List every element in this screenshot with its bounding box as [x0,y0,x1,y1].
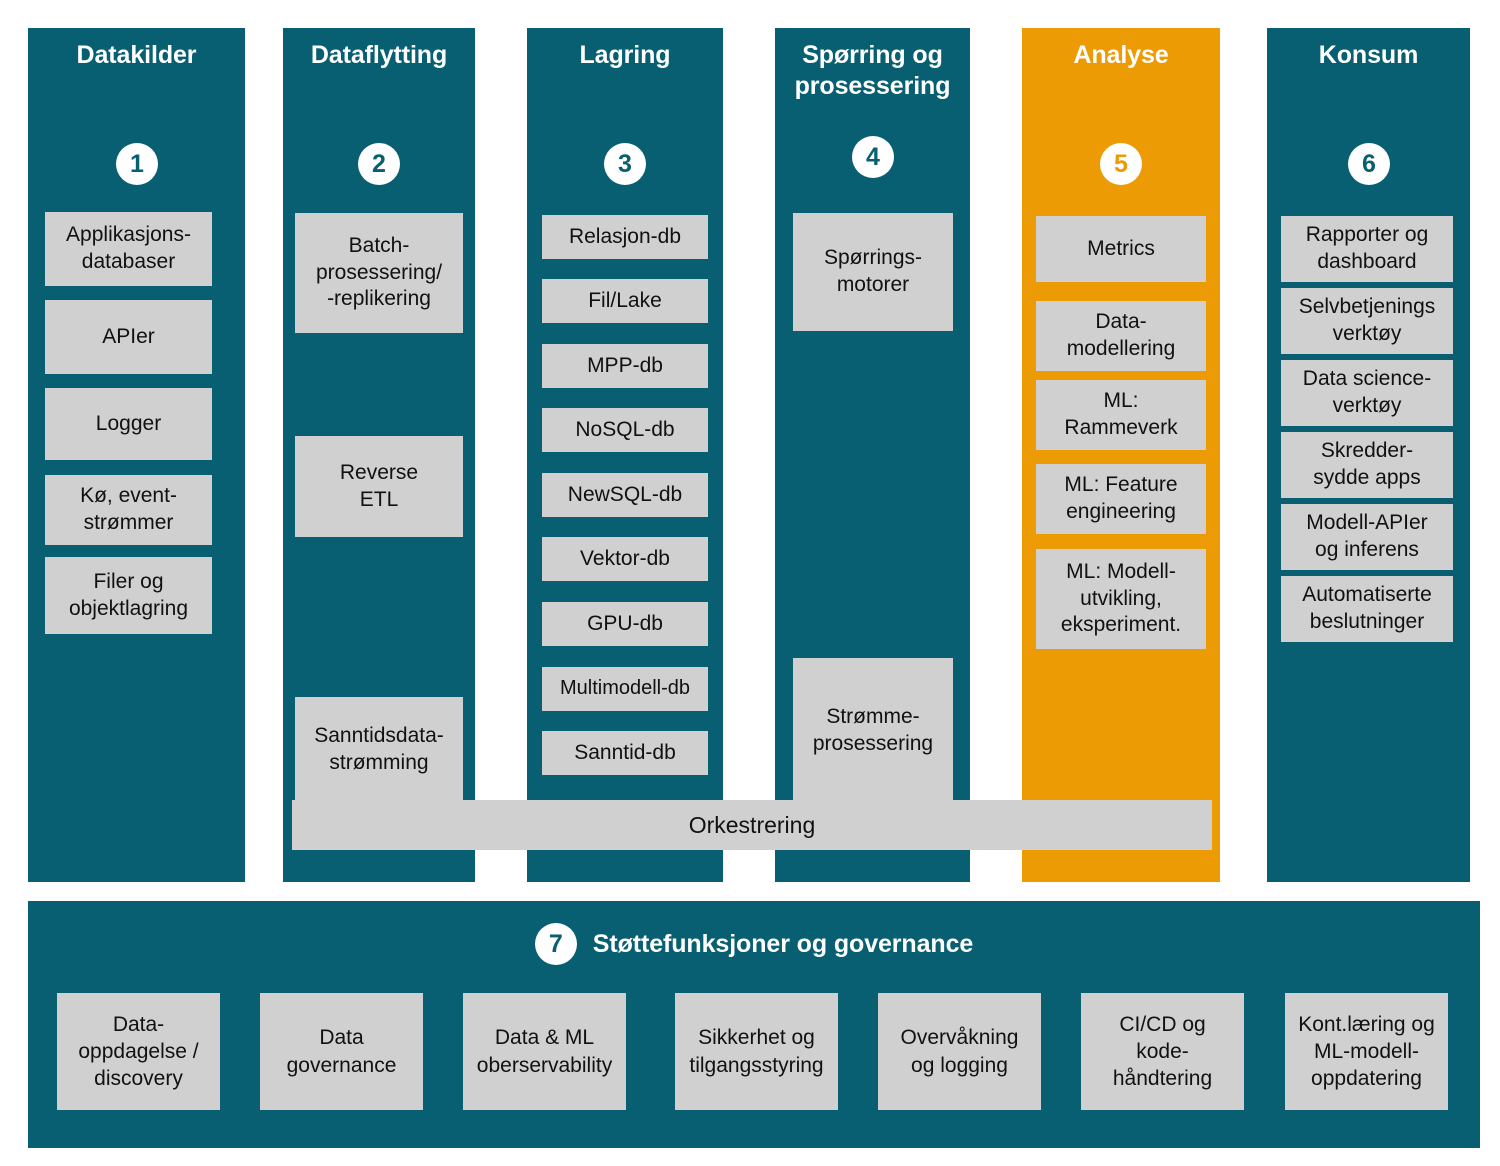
chip-gpu-db[interactable]: GPU-db [542,602,708,646]
column-title-datakilder: Datakilder [76,41,197,69]
chip-mpp-db[interactable]: MPP-db [542,344,708,388]
column-badge-3: 3 [604,143,646,185]
column-datakilder: Datakilder 1 Applikasjons- databaser API… [28,28,245,882]
column-sporring-og-prosessering: Spørring og prosessering 4 Spørrings- mo… [775,28,970,882]
chip-overvakning-og-logging[interactable]: Overvåkning og logging [878,993,1041,1110]
column-title-analyse: Analyse [1073,41,1169,69]
chip-ml-feature-engineering[interactable]: ML: Feature engineering [1036,464,1206,534]
chip-data-oppdagelse-discovery[interactable]: Data- oppdagelse / discovery [57,993,220,1110]
support-badge-7: 7 [534,923,577,965]
chip-kont-laering-og-ml-modell-oppdatering[interactable]: Kont.læring og ML-modell- oppdatering [1285,993,1448,1110]
chip-ko-eventstrommer[interactable]: Kø, event- strømmer [45,475,212,545]
column-dataflytting: Dataflytting 2 Batch- prosessering/ -rep… [283,28,475,882]
column-lagring: Lagring 3 Relasjon-db Fil/Lake MPP-db No… [527,28,723,882]
support-title: Støttefunksjoner og governance [592,929,974,958]
chip-vektor-db[interactable]: Vektor-db [542,537,708,581]
support-header: 7 Støttefunksjoner og governance [28,923,1480,965]
column-title-sporring-og-prosessering: Spørring og prosessering [794,41,951,100]
column-badge-4: 4 [852,136,894,178]
column-analyse: Analyse 5 Metrics Data- modellering ML: … [1022,28,1220,882]
chip-fil-lake[interactable]: Fil/Lake [542,279,708,323]
column-title-lagring: Lagring [579,41,671,69]
chip-sanntid-db[interactable]: Sanntid-db [542,731,708,775]
chip-modell-apier-og-inferens[interactable]: Modell-APIer og inferens [1281,504,1453,570]
chip-sikkerhet-og-tilgangsstyring[interactable]: Sikkerhet og tilgangsstyring [675,993,838,1110]
chip-data-governance[interactable]: Data governance [260,993,423,1110]
chip-applikasjonsdatabaser[interactable]: Applikasjons- databaser [45,212,212,286]
chip-ml-rammeverk[interactable]: ML: Rammeverk [1036,380,1206,450]
column-badge-1: 1 [116,143,158,185]
chip-automatiserte-beslutninger[interactable]: Automatiserte beslutninger [1281,576,1453,642]
chip-data-ml-oberservability[interactable]: Data & ML oberservability [463,993,626,1110]
chip-sporringsmotorer[interactable]: Spørrings- motorer [793,213,953,331]
chip-nosql-db[interactable]: NoSQL-db [542,408,708,452]
chip-metrics[interactable]: Metrics [1036,216,1206,282]
column-title-dataflytting: Dataflytting [310,41,448,69]
column-title-konsum: Konsum [1318,41,1419,69]
chip-newsql-db[interactable]: NewSQL-db [542,473,708,517]
chip-data-science-verktoy[interactable]: Data science- verktøy [1281,360,1453,426]
column-konsum: Konsum 6 Rapporter og dashboard Selvbetj… [1267,28,1470,882]
pipeline-diagram: Datakilder 1 Applikasjons- databaser API… [0,0,1500,1166]
chip-ml-modellutvikling[interactable]: ML: Modell- utvikling, eksperiment. [1036,549,1206,649]
chip-apier[interactable]: APIer [45,300,212,374]
chip-filer-og-objektlagring[interactable]: Filer og objektlagring [45,557,212,634]
chip-logger[interactable]: Logger [45,388,212,460]
column-badge-6: 6 [1348,143,1390,185]
support-functions-band: 7 Støttefunksjoner og governance Data- o… [28,901,1480,1148]
chip-stromme-prosessering[interactable]: Strømme- prosessering [793,658,953,803]
chip-multimodell-db[interactable]: Multimodell-db [542,667,708,711]
chip-relasjon-db[interactable]: Relasjon-db [542,215,708,259]
chip-cicd-og-kodehandtering[interactable]: CI/CD og kode- håndtering [1081,993,1244,1110]
chip-data-modellering[interactable]: Data- modellering [1036,301,1206,371]
chip-batch-prosessering[interactable]: Batch- prosessering/ -replikering [295,213,463,333]
chip-sanntidsdata-stromming[interactable]: Sanntidsdata- strømming [295,697,463,803]
chip-reverse-etl[interactable]: Reverse ETL [295,436,463,537]
chip-selvbetjeningsverktoy[interactable]: Selvbetjenings verktøy [1281,288,1453,354]
orkestrering-label: Orkestrering [688,811,816,838]
orkestrering-bar[interactable]: Orkestrering [292,800,1212,850]
column-badge-2: 2 [358,143,400,185]
column-badge-5: 5 [1100,143,1142,185]
chip-rapporter-og-dashboard[interactable]: Rapporter og dashboard [1281,216,1453,282]
chip-skreddersydde-apps[interactable]: Skredder- sydde apps [1281,432,1453,498]
